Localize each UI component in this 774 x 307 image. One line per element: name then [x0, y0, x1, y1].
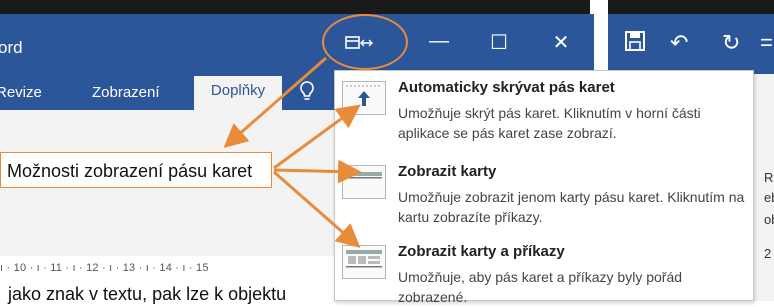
horizontal-ruler: ı · 10 · ı · 11 · ı · 12 · ı · 13 · ı · … — [0, 262, 209, 274]
menu-item-title: Zobrazit karty — [398, 163, 497, 180]
side-text: eb — [764, 190, 774, 205]
show-tabs-and-commands-icon — [342, 245, 386, 279]
ribbon-display-options-menu: Automaticky skrývat pás karet Umožňuje s… — [334, 70, 754, 305]
save-icon[interactable] — [624, 30, 646, 58]
document-text: jako znak v textu, pak lze k objektu — [8, 284, 287, 304]
menu-item-show-tabs[interactable]: Zobrazit karty Umožňuje zobrazit jenom k… — [336, 155, 754, 235]
minimize-button[interactable]: — — [424, 30, 454, 53]
annotation-circle — [322, 14, 408, 70]
menu-item-show-tabs-and-commands[interactable]: Zobrazit karty a příkazy Umožňuje, aby p… — [336, 235, 754, 305]
side-text: R — [764, 170, 774, 185]
tab-zobrazeni[interactable]: Zobrazení — [92, 84, 160, 101]
auto-hide-ribbon-icon — [342, 81, 386, 115]
menu-item-description: Umožňuje, aby pás karet a příkazy byly p… — [398, 269, 683, 305]
menu-item-description: Umožňuje skrýt pás karet. Kliknutím v ho… — [398, 105, 701, 141]
menu-item-title: Automaticky skrývat pás karet — [398, 79, 615, 96]
close-button[interactable]: ✕ — [546, 30, 576, 55]
undo-icon[interactable]: ↶ — [670, 30, 688, 56]
menu-item-description: Umožňuje zobrazit jenom karty pásu karet… — [398, 189, 745, 225]
window-title: ord — [0, 38, 23, 57]
annotation-callout: Možnosti zobrazení pásu karet — [0, 152, 272, 188]
menu-item-auto-hide-ribbon[interactable]: Automaticky skrývat pás karet Umožňuje s… — [336, 71, 754, 155]
redo-icon[interactable]: ↻ — [722, 30, 740, 56]
maximize-button[interactable]: ☐ — [484, 30, 514, 55]
side-text: 2 — [764, 246, 772, 261]
tab-revize[interactable]: Revize — [0, 84, 42, 101]
side-text: ob — [764, 212, 774, 227]
show-tabs-icon — [342, 165, 386, 199]
quick-access-more-icon[interactable]: = — [760, 30, 773, 56]
menu-item-title: Zobrazit karty a příkazy — [398, 243, 565, 260]
tab-doplnky[interactable]: Doplňky — [194, 76, 282, 110]
tell-me-lightbulb-icon[interactable] — [298, 80, 318, 106]
